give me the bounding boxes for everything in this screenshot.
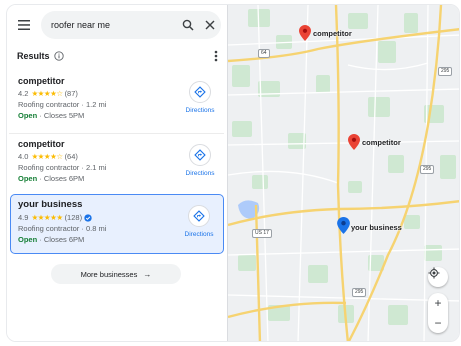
zoom-controls: + − <box>428 293 448 333</box>
more-options-button[interactable] <box>210 49 222 63</box>
listing-category: Roofing contractor · 0.8 mi <box>18 224 107 233</box>
rating-line: 4.0 ★★★★☆ (64) <box>18 151 168 162</box>
open-status: Open <box>18 235 38 244</box>
verified-icon <box>84 213 92 222</box>
rating-line: 4.9 ★★★★★ (128) <box>18 212 168 223</box>
listing-hours: Open · Closes 6PM <box>18 234 168 245</box>
results-panel: roofer near me Results competitor 4.2 ★★… <box>7 5 228 341</box>
listing-category: Roofing contractor · 2.1 mi <box>18 163 107 172</box>
open-status: Open <box>18 174 38 183</box>
map-view[interactable]: 64 295 US 17 295 295 competitor competit… <box>228 5 459 341</box>
open-status: Open <box>18 111 38 120</box>
pin-label: competitor <box>313 29 352 38</box>
directions-icon <box>193 210 205 222</box>
directions-label: Directions <box>185 107 215 114</box>
pin-label: your business <box>351 223 402 232</box>
road-shield: 295 <box>420 165 435 174</box>
directions-circle <box>188 205 210 227</box>
road-shield: 64 <box>258 49 270 58</box>
listing-name[interactable]: your business <box>18 199 168 211</box>
listing-name[interactable]: competitor <box>18 138 168 150</box>
info-icon[interactable] <box>53 51 64 61</box>
listing-info: competitor 4.0 ★★★★☆ (64) Roofing contra… <box>18 138 168 184</box>
more-businesses-button[interactable]: More businesses → <box>51 264 181 284</box>
closing-time: · Closes 6PM <box>37 174 85 183</box>
closing-time: · Closes 5PM <box>37 111 85 120</box>
directions-circle <box>189 81 211 103</box>
directions-label: Directions <box>185 170 215 177</box>
directions-circle <box>189 144 211 166</box>
maps-window: roofer near me Results competitor 4.2 ★★… <box>6 4 460 342</box>
your-business-pin[interactable] <box>337 217 350 234</box>
directions-button[interactable]: Directions <box>181 205 217 238</box>
my-location-button[interactable] <box>428 267 448 287</box>
rating-value: 4.0 <box>18 152 29 161</box>
listing-hours: Open · Closes 6PM <box>18 173 168 184</box>
listing-name[interactable]: competitor <box>18 75 168 87</box>
listing-info: competitor 4.2 ★★★★☆ (87) Roofing contra… <box>18 75 168 121</box>
listing-hours: Open · Closes 5PM <box>18 110 168 121</box>
more-vert-icon <box>214 50 218 62</box>
road-shield: US 17 <box>252 229 272 238</box>
closing-time: · Closes 6PM <box>37 235 85 244</box>
menu-button[interactable] <box>11 12 37 38</box>
listing-category: Roofing contractor · 1.2 mi <box>18 100 107 109</box>
search-button[interactable] <box>177 14 199 36</box>
zoom-in-button[interactable]: + <box>428 293 448 313</box>
rating-line: 4.2 ★★★★☆ (87) <box>18 88 168 99</box>
search-bar: roofer near me <box>11 11 224 39</box>
directions-button[interactable]: Directions <box>182 144 218 177</box>
listing-info: your business 4.9 ★★★★★ (128) Roofing co… <box>18 199 168 245</box>
review-count: (64) <box>64 152 78 161</box>
results-header: Results <box>17 47 222 65</box>
review-count: (87) <box>64 89 78 98</box>
directions-label: Directions <box>184 231 214 238</box>
more-businesses-label: More businesses <box>80 269 138 279</box>
results-title: Results <box>17 51 50 61</box>
hamburger-menu-icon <box>18 20 30 30</box>
star-rating: ★★★★☆ <box>31 152 63 161</box>
search-box: roofer near me <box>41 11 221 39</box>
zoom-out-button[interactable]: − <box>428 313 448 333</box>
road-shield: 295 <box>438 67 453 76</box>
rating-value: 4.9 <box>18 213 29 222</box>
listing-card[interactable]: competitor 4.0 ★★★★☆ (64) Roofing contra… <box>9 133 224 191</box>
listing-card-selected[interactable]: your business 4.9 ★★★★★ (128) Roofing co… <box>10 194 224 254</box>
search-icon <box>182 19 194 31</box>
star-rating: ★★★★★ <box>31 213 63 222</box>
clear-search-button[interactable] <box>199 14 221 36</box>
pin-label: competitor <box>362 138 401 147</box>
road-shield: 295 <box>352 288 367 297</box>
directions-button[interactable]: Directions <box>182 81 218 114</box>
directions-icon <box>194 86 206 98</box>
competitor-pin[interactable] <box>348 134 360 150</box>
rating-value: 4.2 <box>18 89 29 98</box>
search-input[interactable]: roofer near me <box>51 20 177 30</box>
arrow-right-icon: → <box>143 269 152 279</box>
star-rating: ★★★★☆ <box>31 89 63 98</box>
review-count: (128) <box>64 213 83 222</box>
listing-card[interactable]: competitor 4.2 ★★★★☆ (87) Roofing contra… <box>9 71 224 129</box>
my-location-icon <box>428 267 440 279</box>
directions-icon <box>194 149 206 161</box>
close-icon <box>205 20 215 30</box>
competitor-pin[interactable] <box>299 25 311 41</box>
